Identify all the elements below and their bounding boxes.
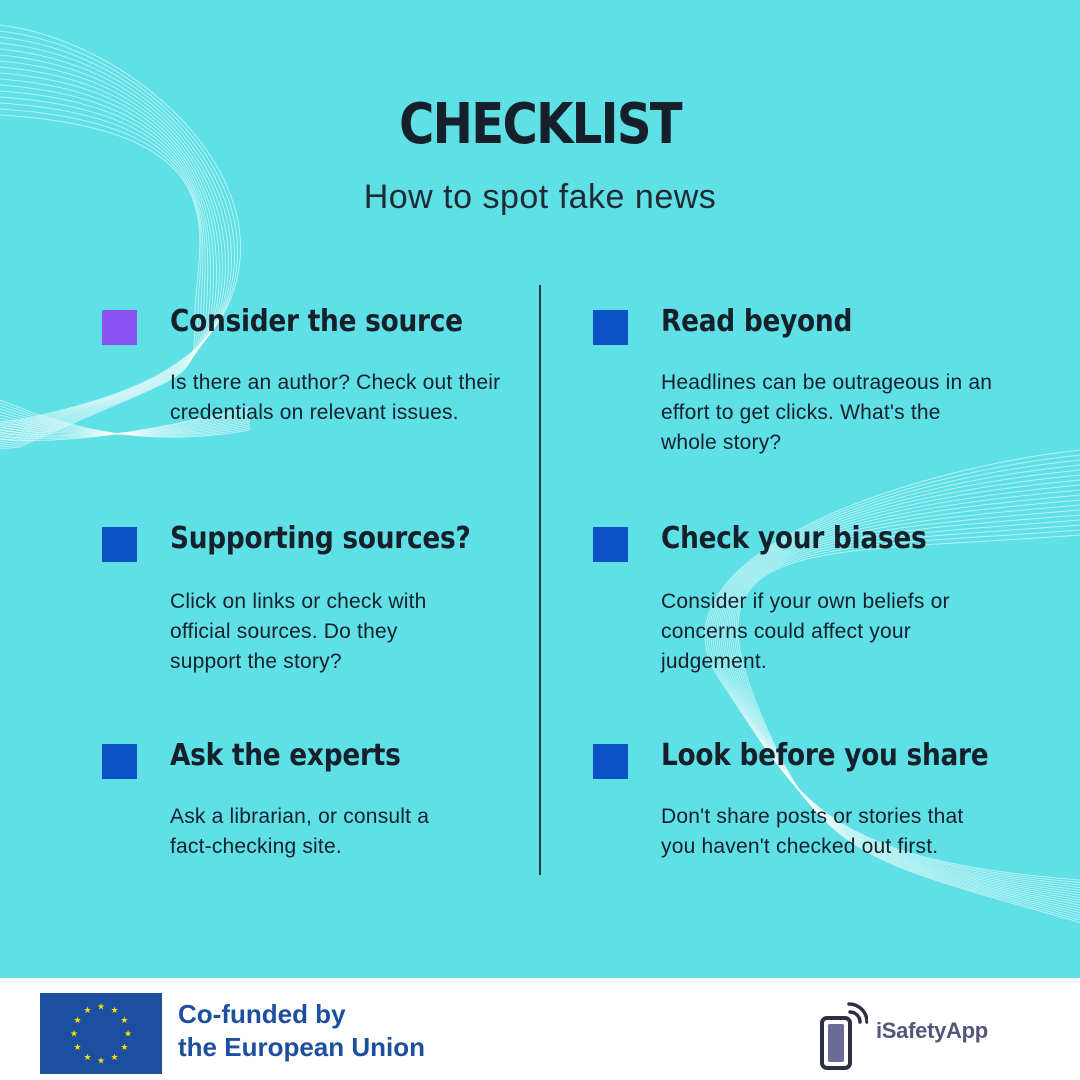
item-description: Is there an author? Check out their cred… bbox=[170, 371, 501, 424]
eu-flag-icon: ★ ★ ★ ★ ★ ★ ★ ★ ★ ★ ★ ★ bbox=[40, 993, 162, 1074]
item-title: Look before you share bbox=[661, 738, 989, 773]
item-title: Consider the source bbox=[170, 304, 463, 339]
eu-funding-label: Co-funded by the European Union bbox=[178, 998, 425, 1064]
item-description: Ask a librarian, or consult a fact-check… bbox=[170, 805, 430, 858]
eu-star-icon: ★ bbox=[83, 1052, 91, 1062]
eu-star-icon: ★ bbox=[110, 1052, 118, 1062]
page-title: CHECKLIST bbox=[399, 92, 683, 157]
eu-star-icon: ★ bbox=[70, 1029, 78, 1039]
app-name: iSafetyApp bbox=[876, 1018, 988, 1043]
eu-funding-line-2: the European Union bbox=[178, 1032, 425, 1062]
eu-star-icon: ★ bbox=[97, 1002, 105, 1012]
item-description: Click on links or check with official so… bbox=[170, 590, 427, 673]
footer: ★ ★ ★ ★ ★ ★ ★ ★ ★ ★ ★ ★ Co-funded by the European U… bbox=[0, 978, 1080, 1080]
item-description: Don't share posts or stories that you ha… bbox=[661, 805, 964, 858]
item-title: Ask the experts bbox=[170, 738, 401, 773]
square-bullet-icon bbox=[102, 527, 137, 562]
eu-funding-line-1: Co-funded by bbox=[178, 999, 346, 1029]
item-description: Headlines can be outrageous in an effort… bbox=[661, 371, 993, 454]
item-title: Supporting sources? bbox=[170, 521, 471, 556]
square-bullet-icon bbox=[593, 744, 628, 779]
eu-star-icon: ★ bbox=[120, 1042, 128, 1052]
page-subtitle: How to spot fake news bbox=[363, 178, 717, 216]
square-bullet-icon bbox=[102, 744, 137, 779]
eu-star-icon: ★ bbox=[74, 1015, 82, 1025]
eu-star-icon: ★ bbox=[124, 1029, 132, 1039]
item-description: Consider if your own beliefs or concerns… bbox=[661, 590, 950, 673]
square-bullet-icon bbox=[102, 310, 137, 345]
eu-star-icon: ★ bbox=[74, 1042, 82, 1052]
infographic: CHECKLIST How to spot fake news Consider… bbox=[0, 0, 1080, 1080]
item-title: Check your biases bbox=[661, 521, 927, 556]
item-title: Read beyond bbox=[661, 304, 853, 339]
square-bullet-icon bbox=[593, 310, 628, 345]
eu-star-icon: ★ bbox=[120, 1015, 128, 1025]
eu-star-icon: ★ bbox=[83, 1005, 91, 1015]
eu-star-icon: ★ bbox=[97, 1056, 105, 1066]
column-divider bbox=[539, 285, 541, 875]
square-bullet-icon bbox=[593, 527, 628, 562]
hero-panel: CHECKLIST How to spot fake news Consider… bbox=[0, 0, 1080, 978]
phone-signal-icon bbox=[820, 1002, 868, 1070]
eu-star-icon: ★ bbox=[110, 1005, 118, 1015]
